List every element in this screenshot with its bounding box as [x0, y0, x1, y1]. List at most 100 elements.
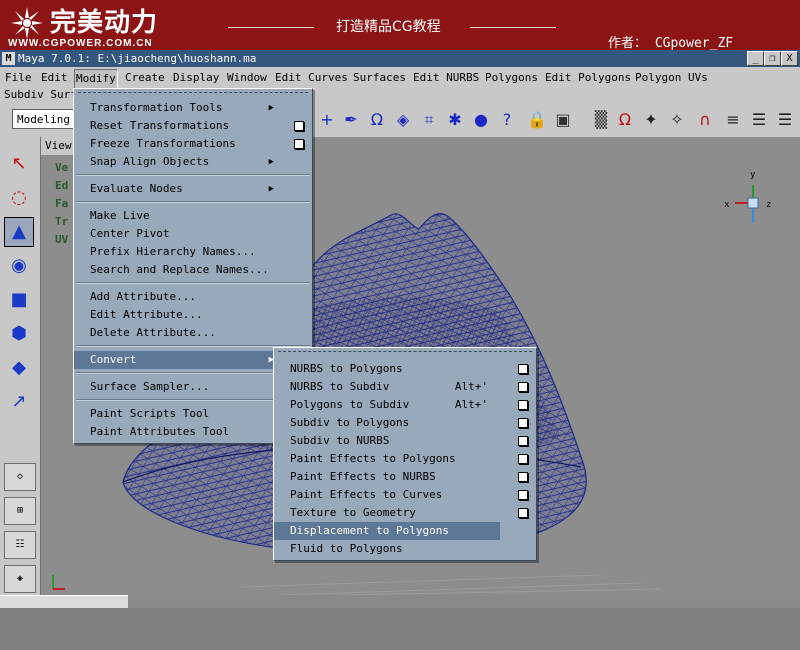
menu-modify[interactable]: Modify	[74, 69, 118, 89]
option-box-icon[interactable]	[518, 472, 528, 482]
menu-item-delete-attribute[interactable]: Delete Attribute...	[74, 324, 312, 342]
scale-tool-icon[interactable]: ⬢	[4, 319, 34, 349]
restore-button[interactable]: ❐	[764, 51, 781, 66]
menu-edit[interactable]: Edit	[40, 69, 69, 87]
select-highlight-icon[interactable]: ▣	[552, 109, 574, 131]
menu-item-make-live[interactable]: Make Live	[74, 207, 312, 225]
menu-item-polygons-to-subdiv[interactable]: Polygons to Subdiv Alt+'	[274, 396, 536, 414]
help-icon[interactable]: ?	[496, 109, 518, 131]
render-globals-icon[interactable]: ✧	[666, 109, 688, 131]
hud-faces-label: Fa	[55, 197, 69, 210]
snap-curve-icon[interactable]: ✒	[340, 109, 362, 131]
hud-edges-label: Ed	[55, 179, 69, 192]
menu-item-texture-to-geometry[interactable]: Texture to Geometry	[274, 504, 536, 522]
outliner-layout-icon[interactable]: ☷	[4, 531, 36, 559]
magnet-icon[interactable]: ∩	[694, 109, 716, 131]
input-output-icon[interactable]: ✱	[444, 109, 466, 131]
menu-separator	[76, 174, 310, 176]
four-pane-layout-icon[interactable]: ⊞	[4, 497, 36, 525]
tutorial-banner: 完美动力 WWW.CGPOWER.COM.CN 打造精品CG教程 作者： CGp…	[0, 0, 800, 51]
menu-item-prefix-hierarchy-names[interactable]: Prefix Hierarchy Names...	[74, 243, 312, 261]
lasso-tool-icon[interactable]: ◌	[4, 183, 34, 213]
menu-item-add-attribute[interactable]: Add Attribute...	[74, 288, 312, 306]
menu-display[interactable]: Display	[172, 69, 220, 87]
menu-file[interactable]: File	[4, 69, 33, 87]
option-box-icon[interactable]	[294, 139, 304, 149]
hud-uvs-label: UV	[55, 233, 69, 246]
select-tool-icon[interactable]: ↖	[4, 149, 34, 179]
snap-point-icon[interactable]: Ω	[366, 109, 388, 131]
option-box-icon[interactable]	[518, 508, 528, 518]
menu-item-nurbs-to-polygons[interactable]: NURBS to Polygons	[274, 360, 536, 378]
render-current-icon[interactable]: Ω	[614, 109, 636, 131]
menu-item-snap-align-objects[interactable]: Snap Align Objects ▶	[74, 153, 312, 171]
menu-item-fluid-to-polygons[interactable]: Fluid to Polygons	[274, 540, 536, 558]
maya-app-icon[interactable]: M	[2, 52, 15, 65]
manipulator-tool-icon[interactable]: ◆	[4, 353, 34, 383]
move-tool-icon[interactable]: ◉	[4, 251, 34, 281]
attribute-editor-icon[interactable]: ≡	[722, 109, 744, 131]
paint-select-tool-icon[interactable]: ▲	[4, 217, 34, 247]
snap-grid-icon[interactable]: +	[316, 109, 338, 131]
minimize-button[interactable]: _	[747, 51, 764, 66]
view-cube-gizmo: y x z	[724, 170, 771, 223]
option-box-icon[interactable]	[518, 418, 528, 428]
menu-edit-polygons[interactable]: Edit Polygons	[544, 69, 632, 87]
submenu-arrow-icon: ▶	[268, 103, 274, 113]
menu-surfaces[interactable]: Surfaces	[352, 69, 407, 87]
option-box-icon[interactable]	[518, 454, 528, 464]
menu-edit-nurbs[interactable]: Edit NURBS	[412, 69, 480, 87]
menu-item-freeze-transformations[interactable]: Freeze Transformations	[74, 135, 312, 153]
menu-item-subdiv-to-nurbs[interactable]: Subdiv to NURBS	[274, 432, 536, 450]
banner-title: 打造精品CG教程	[336, 19, 441, 35]
view-panel-menu[interactable]: View	[41, 137, 76, 155]
menu-polygons[interactable]: Polygons	[484, 69, 539, 87]
ipr-render-icon[interactable]: ✦	[640, 109, 662, 131]
menu-item-center-pivot[interactable]: Center Pivot	[74, 225, 312, 243]
menu-polygon-uvs[interactable]: Polygon UVs	[634, 69, 709, 87]
menu-edit-curves[interactable]: Edit Curves	[274, 69, 349, 87]
time-slider-stub[interactable]	[0, 595, 128, 609]
option-box-icon[interactable]	[294, 121, 304, 131]
menu-item-paint-effects-to-nurbs[interactable]: Paint Effects to NURBS	[274, 468, 536, 486]
svg-text:z: z	[766, 200, 771, 210]
rotate-tool-icon[interactable]: ■	[4, 285, 34, 315]
logo-text: 完美动力	[50, 8, 159, 38]
menu-item-paint-effects-to-polygons[interactable]: Paint Effects to Polygons	[274, 450, 536, 468]
close-button[interactable]: X	[781, 51, 798, 66]
menu-item-edit-attribute[interactable]: Edit Attribute...	[74, 306, 312, 324]
snap-view-plane-icon[interactable]: ◈	[392, 109, 414, 131]
channel-box-icon[interactable]: ☰	[774, 109, 796, 131]
menu-create[interactable]: Create	[124, 69, 166, 87]
tear-off-line[interactable]	[278, 351, 532, 352]
option-box-icon[interactable]	[518, 436, 528, 446]
menu-item-search-replace-names[interactable]: Search and Replace Names...	[74, 261, 312, 279]
make-live-icon[interactable]: ⌗	[418, 109, 440, 131]
menu-item-transformation-tools[interactable]: Transformation Tools ▶	[74, 99, 312, 117]
option-box-icon[interactable]	[518, 364, 528, 374]
menu-item-reset-transformations[interactable]: Reset Transformations	[74, 117, 312, 135]
last-tool-icon[interactable]: ↗	[4, 387, 34, 417]
option-box-icon[interactable]	[518, 490, 528, 500]
option-box-icon[interactable]	[518, 382, 528, 392]
lock-icon[interactable]: 🔒	[526, 109, 548, 131]
menu-item-displacement-to-polygons[interactable]: Displacement to Polygons	[274, 522, 500, 540]
logo-url: WWW.CGPOWER.COM.CN	[8, 38, 153, 49]
render-grid-icon[interactable]: ▒	[590, 109, 612, 131]
tool-settings-icon[interactable]: ☰	[748, 109, 770, 131]
option-box-icon[interactable]	[518, 400, 528, 410]
menu-window[interactable]: Window	[226, 69, 268, 87]
hypershade-layout-icon[interactable]: ◈	[4, 565, 36, 593]
window-titlebar: M Maya 7.0.1: E:\jiaocheng\huoshann.ma _…	[0, 50, 800, 67]
logo-star-icon	[11, 7, 43, 39]
single-pane-layout-icon[interactable]: ◇	[4, 463, 36, 491]
menu-subdiv-surfaces[interactable]: Subdiv Surf	[4, 88, 77, 101]
svg-text:y: y	[750, 170, 756, 180]
menu-item-subdiv-to-polygons[interactable]: Subdiv to Polygons	[274, 414, 536, 432]
menu-item-paint-effects-to-curves[interactable]: Paint Effects to Curves	[274, 486, 536, 504]
tear-off-line[interactable]	[78, 92, 308, 93]
menu-item-nurbs-to-subdiv[interactable]: NURBS to Subdiv Alt+'	[274, 378, 536, 396]
menu-item-evaluate-nodes[interactable]: Evaluate Nodes ▶	[74, 180, 312, 198]
hud-tris-label: Tr	[55, 215, 69, 228]
sphere-render-icon[interactable]: ●	[470, 109, 492, 131]
